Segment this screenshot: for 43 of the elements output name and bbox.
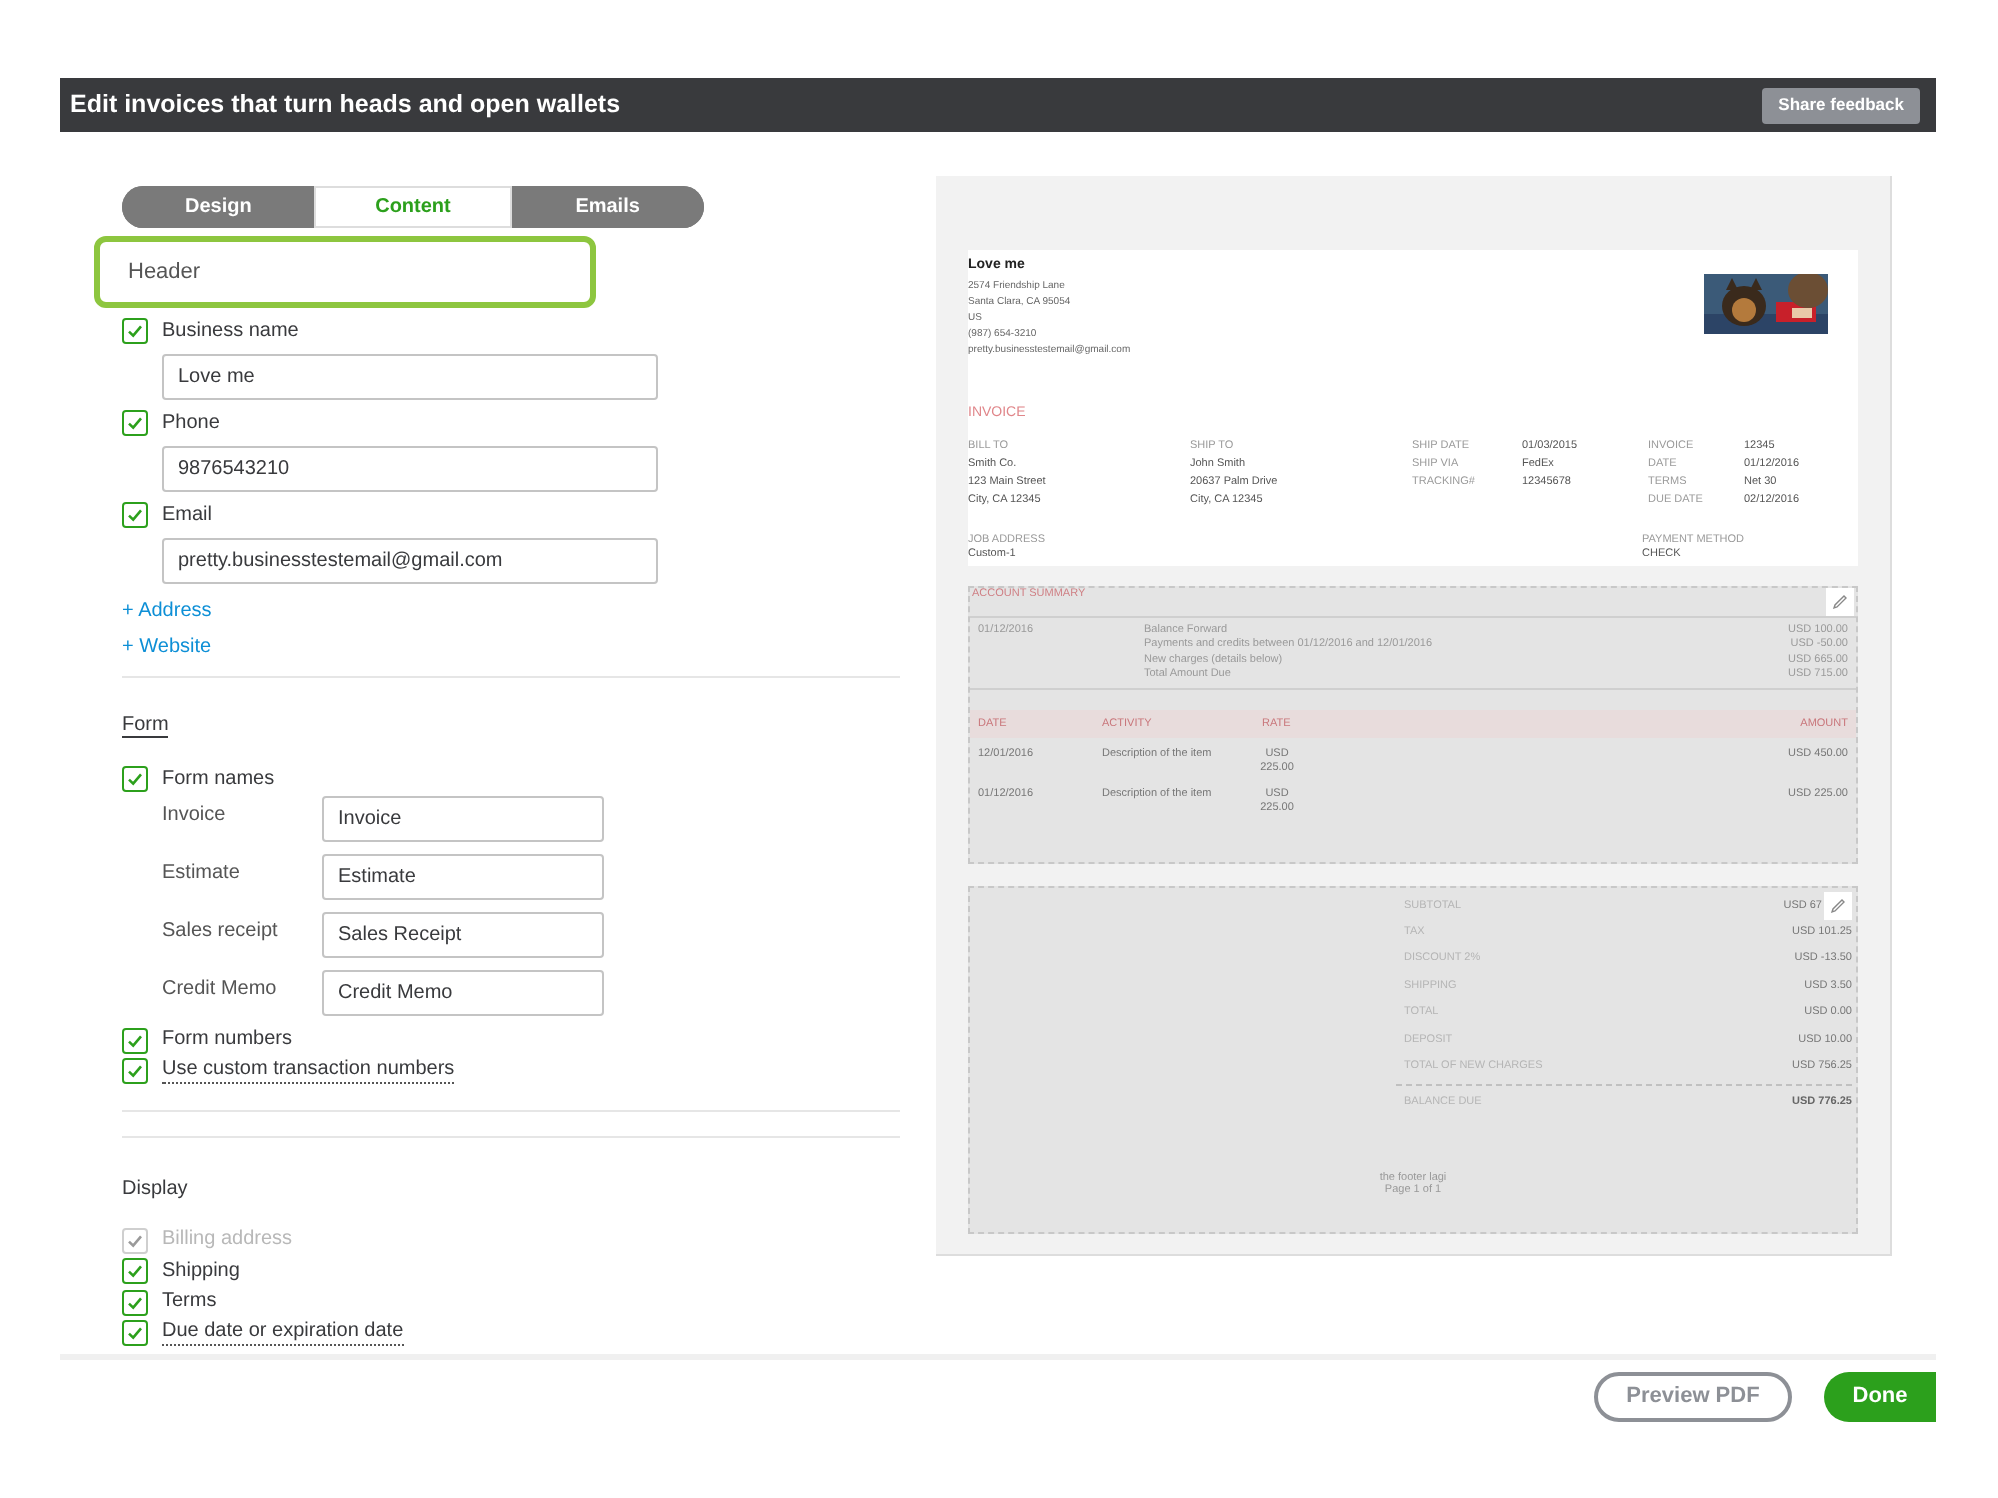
field-label: Business name xyxy=(162,318,299,346)
section-title: Header xyxy=(128,257,201,288)
add-link[interactable]: + Website xyxy=(122,634,212,660)
option-label: Form names xyxy=(162,767,275,792)
text-field[interactable]: Estimate xyxy=(322,853,604,899)
text-field[interactable]: 9876543210 xyxy=(162,446,658,492)
option-label: Terms xyxy=(162,1290,217,1315)
add-link[interactable]: + Address xyxy=(122,598,212,624)
text-field[interactable]: Invoice xyxy=(322,795,604,841)
text-field[interactable]: pretty.businesstestemail@gmail.com xyxy=(162,538,658,584)
checkbox[interactable] xyxy=(122,1320,148,1347)
checkbox[interactable] xyxy=(122,410,148,436)
page-title: Edit invoices that turn heads and open wallets xyxy=(70,88,621,123)
edit-icon[interactable] xyxy=(1824,891,1852,920)
check-icon xyxy=(126,414,144,432)
text-field[interactable]: Credit Memo xyxy=(322,969,604,1015)
check-icon xyxy=(126,506,144,524)
form-name-label: Credit Memo xyxy=(162,975,279,1003)
option-label: Use custom transaction numbers xyxy=(162,1058,455,1085)
field-label: Email xyxy=(162,502,213,530)
section-title: Display xyxy=(122,1177,188,1199)
option-label: Billing address xyxy=(162,1228,293,1253)
check-icon xyxy=(126,322,144,340)
form-name-label: Invoice xyxy=(162,801,228,829)
option-label: Due date or expiration date xyxy=(162,1320,404,1347)
checkbox[interactable] xyxy=(122,1027,148,1054)
text-field[interactable]: Sales Receipt xyxy=(322,911,604,957)
checkbox[interactable] xyxy=(122,1058,148,1085)
option-label: Form numbers xyxy=(162,1028,293,1053)
checkbox[interactable] xyxy=(122,318,148,344)
text-field[interactable]: Love me xyxy=(162,354,658,400)
field-label: Phone xyxy=(162,410,220,438)
check-icon xyxy=(126,770,144,789)
option-label: Shipping xyxy=(162,1259,240,1284)
checkbox[interactable] xyxy=(122,502,148,528)
checkbox[interactable] xyxy=(122,1258,148,1285)
checkbox[interactable] xyxy=(122,1289,148,1316)
edit-icon[interactable] xyxy=(1826,588,1854,616)
form-name-label: Estimate xyxy=(162,859,242,887)
section-header[interactable]: Header xyxy=(94,236,596,308)
checkbox[interactable] xyxy=(122,766,148,793)
form-name-label: Sales receipt xyxy=(162,917,280,945)
section-title: Form xyxy=(122,714,169,738)
